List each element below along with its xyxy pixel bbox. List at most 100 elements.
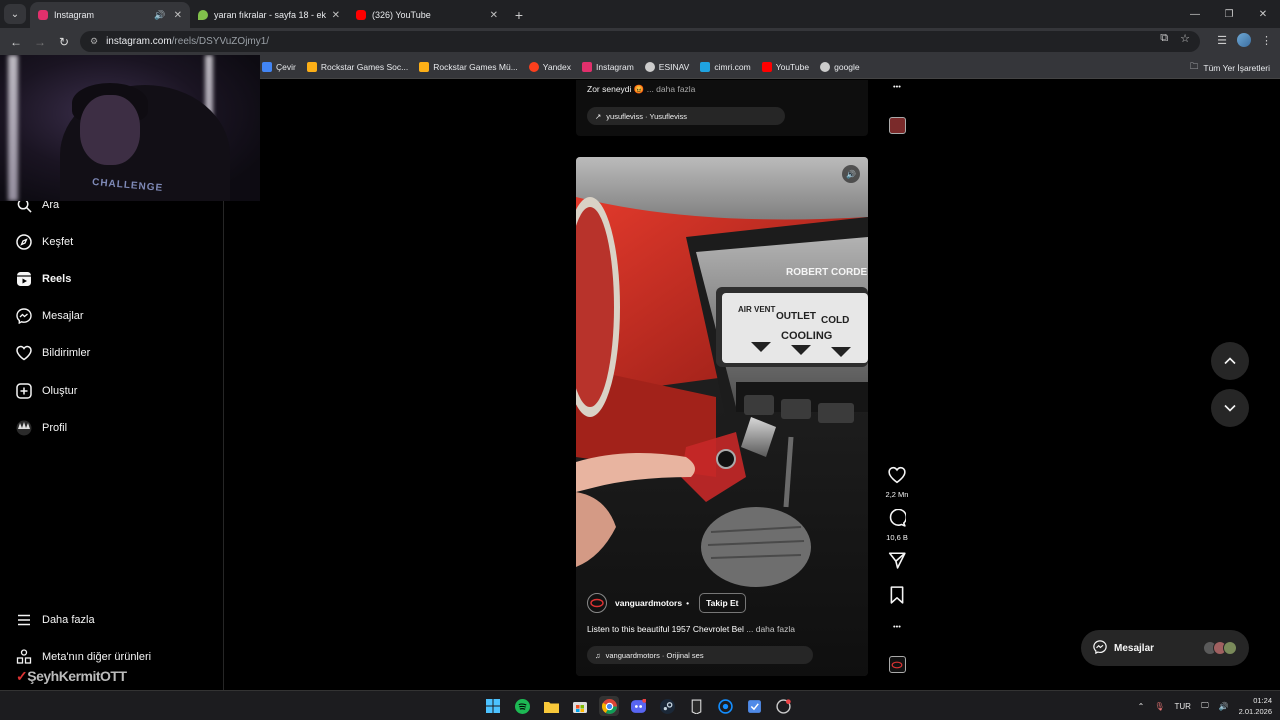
options-button[interactable]: ••• bbox=[880, 622, 914, 631]
address-bar[interactable]: ⚙ instagram.com /reels/DSYVuZOjmy1/ bbox=[80, 31, 1200, 52]
messages-pill[interactable]: Mesajlar bbox=[1081, 630, 1249, 666]
minimize-icon[interactable]: — bbox=[1178, 0, 1212, 28]
messages-label: Mesajlar bbox=[1114, 642, 1155, 654]
outlet-label: OUTLET bbox=[776, 311, 816, 322]
window-controls: — ❐ ✕ bbox=[1178, 0, 1280, 28]
sidebar-item-create[interactable]: Oluştur bbox=[16, 383, 77, 399]
author-username[interactable]: vanguardmotors bbox=[615, 598, 682, 608]
steam-icon[interactable] bbox=[657, 696, 677, 716]
bookmark-item[interactable]: Yandex bbox=[528, 61, 571, 72]
speaker-icon[interactable]: 🔊 bbox=[842, 165, 860, 183]
audio-thumbnail bbox=[888, 656, 906, 673]
tab-search-button[interactable]: ⌄ bbox=[4, 4, 26, 24]
channel-watermark: ✓ŞeyhKermitOTT bbox=[16, 668, 127, 684]
bookmark-item[interactable]: ESINAV bbox=[644, 61, 689, 72]
comment-icon bbox=[888, 508, 908, 529]
forward-icon[interactable]: → bbox=[28, 35, 52, 49]
close-window-icon[interactable]: ✕ bbox=[1246, 0, 1280, 28]
reading-list-icon[interactable]: ☰ bbox=[1217, 34, 1227, 47]
discord-icon[interactable] bbox=[628, 696, 648, 716]
close-tab-icon[interactable]: ✕ bbox=[490, 10, 498, 21]
app-icon[interactable] bbox=[744, 696, 764, 716]
prev-options-button[interactable]: ••• bbox=[880, 82, 914, 91]
bookmark-item[interactable]: Çevir bbox=[262, 61, 296, 72]
like-button[interactable]: 2,2 Mn bbox=[880, 466, 914, 499]
sidebar-more-button[interactable]: Daha fazla bbox=[16, 612, 95, 628]
avatar bbox=[1223, 641, 1237, 655]
chevron-up-icon[interactable]: ⌃ bbox=[1138, 702, 1145, 711]
language-indicator[interactable]: TUR bbox=[1174, 702, 1190, 711]
tab-youtube[interactable]: (326) YouTube ✕ bbox=[348, 2, 506, 28]
translate-icon bbox=[262, 61, 272, 72]
epic-games-icon[interactable] bbox=[686, 696, 706, 716]
bookmark-item[interactable]: cimri.com bbox=[700, 61, 751, 72]
author-avatar[interactable] bbox=[587, 593, 607, 613]
microphone-icon[interactable]: 🎙 bbox=[1154, 702, 1164, 711]
volume-icon[interactable]: 🔊 bbox=[1219, 702, 1229, 711]
arrow-up-right-icon: ↗ bbox=[595, 111, 602, 121]
bookmark-item[interactable]: Instagram bbox=[582, 61, 634, 72]
sidebar-meta-products[interactable]: Meta'nın diğer ürünleri bbox=[16, 649, 151, 665]
reel-video[interactable]: ROBERT CORDE AIR VENT OUTLET COLD COOLIN… bbox=[576, 157, 868, 676]
audio-pill[interactable]: ♫ vanguardmotors · Orijinal ses bbox=[587, 646, 813, 664]
bookmark-item[interactable]: Rockstar Games Mü... bbox=[419, 61, 518, 72]
bookmark-item[interactable]: Rockstar Games Soc... bbox=[306, 61, 408, 72]
more-link[interactable]: ... daha fazla bbox=[647, 84, 696, 94]
music-note-icon: ♫ bbox=[595, 650, 601, 660]
youtube-favicon-icon bbox=[356, 10, 366, 20]
air-vent-label: AIR VENT bbox=[738, 305, 775, 314]
store-icon[interactable] bbox=[570, 696, 590, 716]
battle-net-icon[interactable] bbox=[715, 696, 735, 716]
restore-icon[interactable]: ❐ bbox=[1212, 0, 1246, 28]
more-link[interactable]: ... daha fazla bbox=[746, 624, 795, 634]
close-tab-icon[interactable]: ✕ bbox=[332, 10, 340, 21]
globe-icon bbox=[820, 61, 831, 72]
menu-dots-icon[interactable]: ⋮ bbox=[1261, 34, 1272, 47]
sidebar-item-label: Daha fazla bbox=[42, 614, 95, 626]
sidebar-item-profile[interactable]: Profil bbox=[16, 420, 67, 436]
site-info-icon[interactable]: ⚙ bbox=[90, 36, 98, 47]
tab-instagram[interactable]: Instagram 🔊 ✕ bbox=[30, 2, 190, 28]
windows-start-icon[interactable] bbox=[483, 696, 503, 716]
back-icon[interactable]: ← bbox=[4, 35, 28, 49]
audio-pill[interactable]: ↗ yusufleviss · Yusufleviss bbox=[587, 107, 785, 125]
share-button[interactable] bbox=[880, 551, 914, 571]
heart-icon bbox=[16, 345, 32, 361]
audio-thumb[interactable] bbox=[880, 656, 914, 673]
follow-button[interactable]: Takip Et bbox=[699, 593, 746, 613]
scroll-down-button[interactable] bbox=[1211, 389, 1249, 427]
sidebar-item-label: Meta'nın diğer ürünleri bbox=[42, 651, 152, 663]
install-app-icon[interactable]: ⧉ bbox=[1160, 32, 1168, 45]
tab-title: yaran fıkralar - sayfa 18 - ekşi sö bbox=[214, 10, 326, 20]
all-bookmarks[interactable]: 🗀 Tüm Yer İşaretleri bbox=[1190, 61, 1270, 75]
sidebar-item-label: Profil bbox=[42, 422, 68, 434]
scroll-up-button[interactable] bbox=[1211, 342, 1249, 380]
tab-eksi[interactable]: yaran fıkralar - sayfa 18 - ekşi sö ✕ bbox=[190, 2, 348, 28]
audio-thumbnail bbox=[888, 117, 906, 134]
sidebar-item-notifications[interactable]: Bildirimler bbox=[16, 345, 90, 361]
close-tab-icon[interactable]: ✕ bbox=[174, 10, 182, 21]
clock[interactable]: 01:24 2.01.2026 bbox=[1239, 695, 1272, 717]
save-button[interactable] bbox=[880, 586, 914, 606]
reload-icon[interactable]: ↻ bbox=[52, 35, 76, 49]
bookmark-star-icon[interactable]: ☆ bbox=[1180, 32, 1190, 45]
file-explorer-icon[interactable] bbox=[541, 696, 561, 716]
sidebar-item-explore[interactable]: Keşfet bbox=[16, 234, 73, 250]
messenger-icon bbox=[1093, 639, 1107, 657]
comment-button[interactable]: 10,6 B bbox=[880, 508, 914, 542]
messenger-icon bbox=[16, 308, 32, 324]
speaker-icon[interactable]: 🔊 bbox=[154, 10, 165, 21]
bookmark-item[interactable]: google bbox=[820, 61, 860, 72]
sidebar-item-reels[interactable]: Reels bbox=[16, 271, 71, 287]
spotify-icon[interactable] bbox=[512, 696, 532, 716]
app-icon[interactable] bbox=[773, 696, 793, 716]
chrome-icon[interactable] bbox=[599, 696, 619, 716]
network-icon[interactable]: 🖵 bbox=[1201, 701, 1209, 711]
profile-avatar[interactable] bbox=[1237, 33, 1251, 47]
bookmark-item[interactable]: YouTube bbox=[761, 61, 809, 72]
prev-audio-thumb[interactable] bbox=[880, 117, 914, 134]
sidebar-item-label: Bildirimler bbox=[42, 347, 91, 359]
grid-shapes-icon bbox=[16, 649, 32, 665]
new-tab-button[interactable]: + bbox=[506, 7, 532, 23]
sidebar-item-messages[interactable]: Mesajlar bbox=[16, 308, 84, 324]
